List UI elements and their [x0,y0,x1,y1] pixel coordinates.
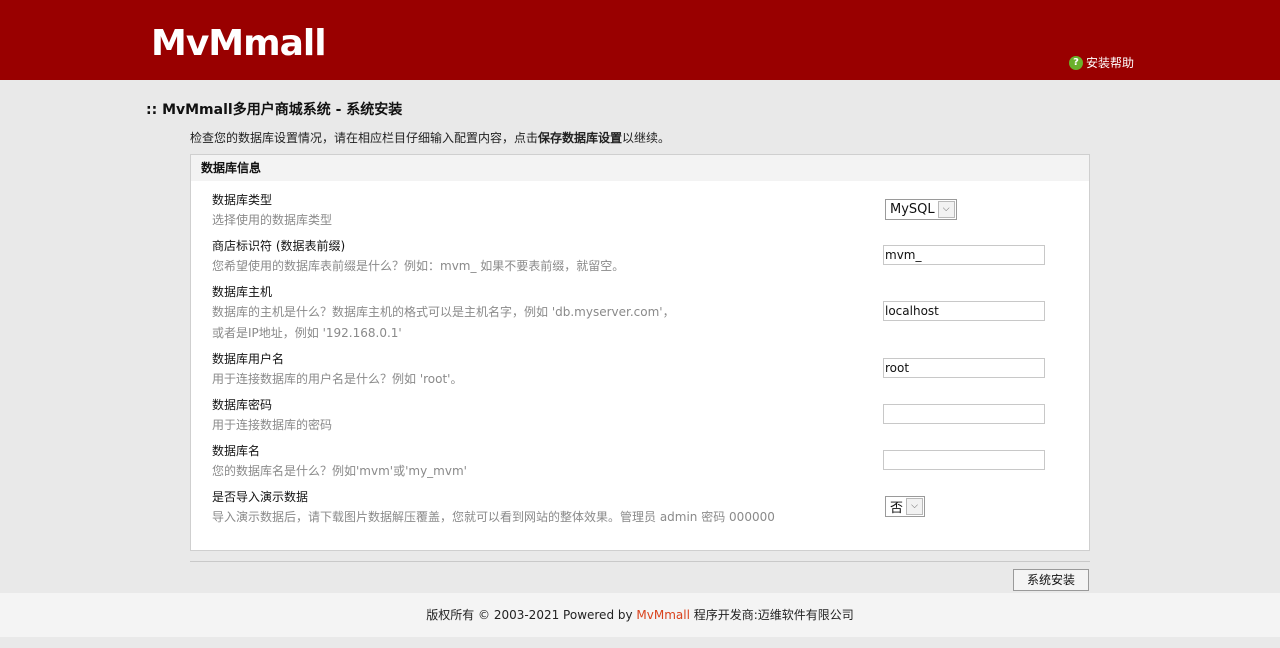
install-help-label: 安装帮助 [1086,56,1135,70]
chevron-down-icon: ⌵ [906,498,924,515]
question-circle-icon: ? [1069,56,1083,70]
db-host-input[interactable]: localhost [883,301,1045,321]
db-password-input[interactable] [883,404,1045,424]
database-info-panel: 数据库信息 数据库类型 选择使用的数据库类型 MySQL ⌵ 商店标识符 (数据… [190,154,1090,551]
db-user-row: 数据库用户名 用于连接数据库的用户名是什么？例如 'root'。 [212,349,462,390]
bottom-strip [0,637,1280,648]
intro-prefix: 检查您的数据库设置情况，请在相应栏目仔细输入配置内容，点击 [190,131,539,145]
chevron-down-icon: ⌵ [937,201,955,218]
table-prefix-row: 商店标识符 (数据表前缀) 您希望使用的数据库表前缀是什么？例如：mvm_ 如果… [212,236,624,277]
footer-prefix: 版权所有 © 2003-2021 Powered by [426,608,637,622]
db-host-desc: 数据库的主机是什么？数据库主机的格式可以是主机名字，例如 'db.myserve… [212,305,675,319]
db-host-row: 数据库主机 数据库的主机是什么？数据库主机的格式可以是主机名字，例如 'db.m… [212,282,675,344]
db-user-input[interactable]: root [883,358,1045,378]
demo-data-desc: 导入演示数据后，请下载图片数据解压覆盖，您就可以看到网站的整体效果。管理员 ad… [212,510,775,524]
db-type-select[interactable]: MySQL ⌵ [885,199,957,220]
footer-brand-link[interactable]: MvMmall [636,608,690,622]
db-host-desc-2: 或者是IP地址，例如 '192.168.0.1' [212,326,402,340]
db-name-input[interactable] [883,450,1045,470]
db-password-desc: 用于连接数据库的密码 [212,418,333,432]
db-password-label: 数据库密码 [212,398,273,412]
panel-title: 数据库信息 [191,155,1089,181]
db-host-label: 数据库主机 [212,285,273,299]
divider [190,561,1090,562]
footer: 版权所有 © 2003-2021 Powered by MvMmall 程序开发… [0,593,1280,637]
intro-bold: 保存数据库设置 [538,131,623,145]
db-type-value: MySQL [890,202,935,217]
db-type-row: 数据库类型 选择使用的数据库类型 [212,190,332,231]
db-type-label: 数据库类型 [212,193,273,207]
demo-data-row: 是否导入演示数据 导入演示数据后，请下载图片数据解压覆盖，您就可以看到网站的整体… [212,487,775,528]
intro-text: 检查您的数据库设置情况，请在相应栏目仔细输入配置内容，点击保存数据库设置以继续。 [190,129,670,147]
db-user-label: 数据库用户名 [212,352,285,366]
db-password-row: 数据库密码 用于连接数据库的密码 [212,395,332,436]
install-button[interactable]: 系统安装 [1013,569,1089,591]
db-name-label: 数据库名 [212,444,261,458]
db-user-desc: 用于连接数据库的用户名是什么？例如 'root'。 [212,372,463,386]
db-type-desc: 选择使用的数据库类型 [212,213,333,227]
page-title: :: MvMmall多用户商城系统 - 系统安装 [146,102,403,118]
intro-suffix: 以继续。 [622,131,671,145]
table-prefix-input[interactable]: mvm_ [883,245,1045,265]
db-name-desc: 您的数据库名是什么？例如'mvm'或'my_mvm' [212,464,467,478]
db-name-row: 数据库名 您的数据库名是什么？例如'mvm'或'my_mvm' [212,441,467,482]
demo-data-label: 是否导入演示数据 [212,490,309,504]
install-help-link[interactable]: ? 安装帮助 [1069,55,1134,71]
demo-data-value: 否 [890,501,904,516]
table-prefix-label: 商店标识符 (数据表前缀) [212,239,346,253]
site-logo: MvMmall [151,23,327,64]
demo-data-select[interactable]: 否 ⌵ [885,496,926,517]
footer-suffix: 程序开发商:迈维软件有限公司 [689,608,854,622]
table-prefix-desc: 您希望使用的数据库表前缀是什么？例如：mvm_ 如果不要表前缀，就留空。 [212,259,625,273]
header-bar: MvMmall ? 安装帮助 [0,0,1280,80]
